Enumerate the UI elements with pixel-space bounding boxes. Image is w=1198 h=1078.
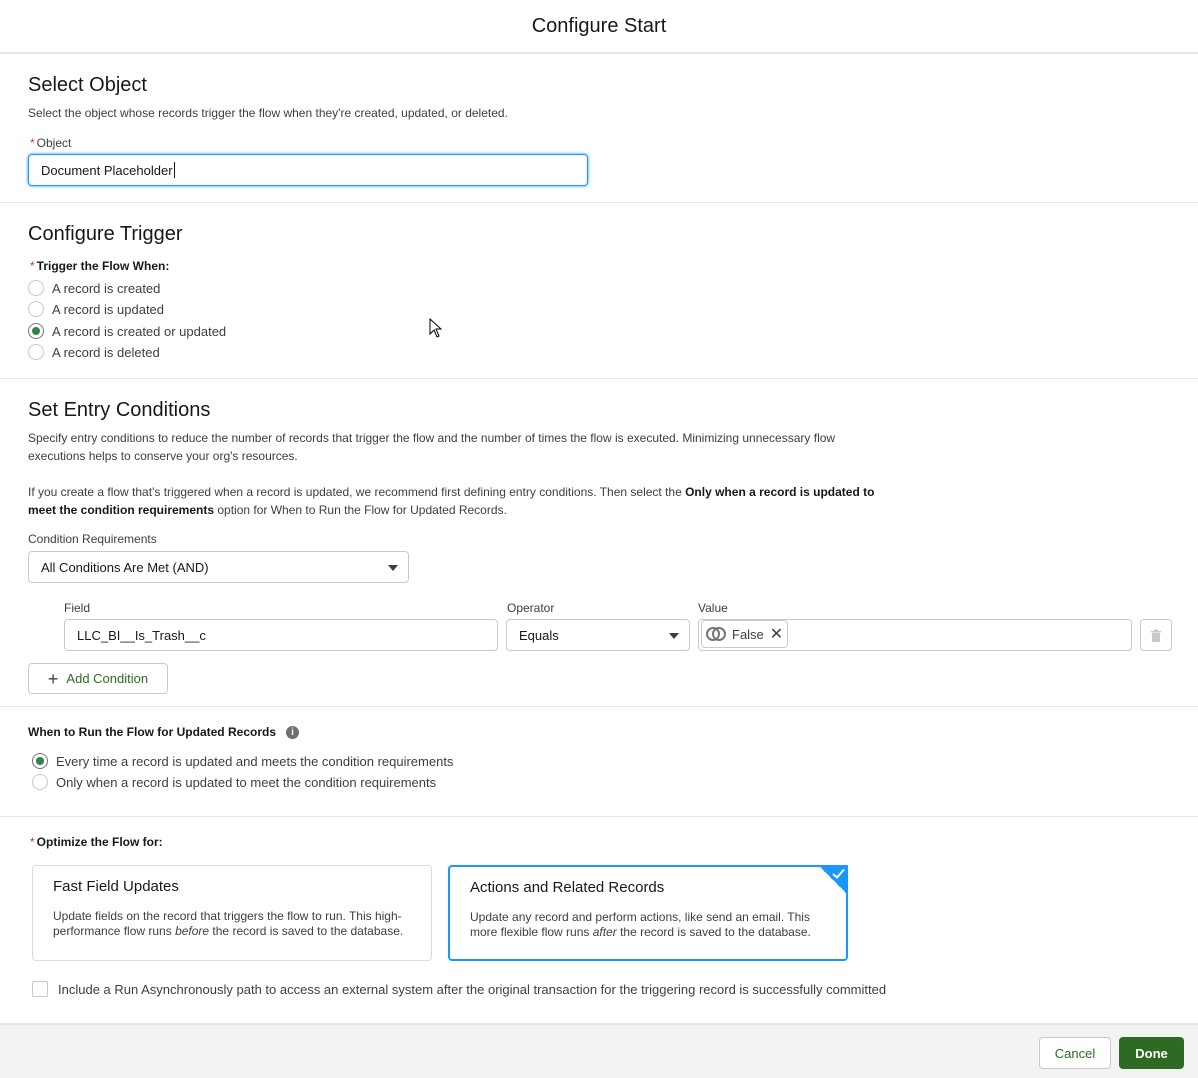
configure-trigger-section: Configure Trigger * Trigger the Flow When… xyxy=(0,203,1198,379)
when-to-run-section: When to Run the Flow for Updated Records… xyxy=(0,707,1198,817)
radio-button[interactable] xyxy=(28,344,44,360)
condition-requirements-label: Condition Requirements xyxy=(28,532,157,546)
operator-label: Operator xyxy=(507,601,555,615)
required-marker: * xyxy=(30,835,35,849)
modal-footer: Cancel Done xyxy=(0,1023,1198,1078)
card-desc-text: the record is saved to the database. xyxy=(616,925,811,939)
radio-button-checked[interactable] xyxy=(32,753,48,769)
run-async-checkbox[interactable] xyxy=(32,981,48,997)
radio-label: Every time a record is updated and meets… xyxy=(56,753,454,769)
select-object-section: Select Object Select the object whose re… xyxy=(0,56,1198,203)
value-pill[interactable]: False ✕ xyxy=(701,620,789,648)
info-icon[interactable]: i xyxy=(286,725,299,739)
when-to-run-label: When to Run the Flow for Updated Records… xyxy=(28,725,299,739)
radio-label: A record is updated xyxy=(52,301,165,317)
field-input[interactable]: LLC_BI__Is_Trash__c xyxy=(64,619,498,651)
object-label-text: Object xyxy=(36,136,72,150)
cancel-button[interactable]: Cancel xyxy=(1039,1037,1111,1069)
operator-select[interactable]: Equals xyxy=(506,619,690,651)
add-condition-label: Add Condition xyxy=(66,671,149,686)
trigger-option-deleted[interactable]: A record is deleted xyxy=(28,344,160,360)
modal-header: Configure Start xyxy=(0,0,1198,54)
radio-label: Only when a record is updated to meet th… xyxy=(56,774,437,790)
trigger-when-label: * Trigger the Flow When: xyxy=(30,259,169,273)
card-desc-text: the record is saved to the database. xyxy=(209,924,404,938)
add-condition-button[interactable]: + Add Condition xyxy=(28,663,168,694)
done-button[interactable]: Done xyxy=(1119,1037,1184,1069)
text-caret xyxy=(173,162,175,178)
field-value: LLC_BI__Is_Trash__c xyxy=(77,627,206,643)
trigger-option-updated[interactable]: A record is updated xyxy=(28,301,164,317)
trigger-when-label-text: Trigger the Flow When: xyxy=(36,259,170,273)
select-object-title: Select Object xyxy=(28,74,147,96)
field-label: Field xyxy=(64,601,91,615)
entry-conditions-section: Set Entry Conditions Specify entry condi… xyxy=(0,379,1198,707)
selected-corner xyxy=(818,865,848,895)
cancel-button-label: Cancel xyxy=(1054,1045,1096,1061)
radio-label: A record is created or updated xyxy=(52,323,227,339)
condition-requirements-select[interactable]: All Conditions Are Met (AND) xyxy=(28,551,409,583)
card-desc-emphasis: before xyxy=(175,924,210,938)
boolean-icon xyxy=(706,627,726,641)
required-marker: * xyxy=(30,259,35,273)
modal-title: Configure Start xyxy=(531,14,667,37)
delete-condition-button[interactable] xyxy=(1140,619,1172,651)
help-text: If you create a flow that's triggered wh… xyxy=(28,485,686,499)
actions-related-records-card[interactable]: Actions and Related Records Update any r… xyxy=(448,865,848,961)
object-input-value: Document Placeholder xyxy=(41,162,173,178)
card-desc-emphasis: after xyxy=(592,925,617,939)
run-async-checkbox-row[interactable]: Include a Run Asynchronously path to acc… xyxy=(32,981,886,997)
object-label: * Object xyxy=(30,136,71,150)
card-description: Update any record and perform actions, l… xyxy=(470,910,826,940)
entry-conditions-title: Set Entry Conditions xyxy=(28,399,211,421)
radio-button-checked[interactable] xyxy=(28,323,44,339)
radio-label: A record is created xyxy=(52,280,161,296)
select-object-help: Select the object whose records trigger … xyxy=(28,106,508,120)
radio-button[interactable] xyxy=(32,774,48,790)
when-to-run-label-text: When to Run the Flow for Updated Records xyxy=(28,725,276,739)
close-icon[interactable]: ✕ xyxy=(770,624,783,644)
done-button-label: Done xyxy=(1135,1045,1168,1061)
chevron-down-icon xyxy=(388,565,398,571)
radio-button[interactable] xyxy=(28,280,44,296)
required-marker: * xyxy=(30,136,35,150)
trigger-option-created[interactable]: A record is created xyxy=(28,280,160,296)
radio-label: A record is deleted xyxy=(52,344,160,360)
card-title: Actions and Related Records xyxy=(470,879,665,896)
fast-field-updates-card[interactable]: Fast Field Updates Update fields on the … xyxy=(32,865,432,961)
card-description: Update fields on the record that trigger… xyxy=(53,909,411,939)
radio-button[interactable] xyxy=(28,301,44,317)
checkbox-label: Include a Run Asynchronously path to acc… xyxy=(58,981,887,997)
entry-conditions-help: Specify entry conditions to reduce the n… xyxy=(28,431,836,463)
run-option-every-time[interactable]: Every time a record is updated and meets… xyxy=(32,753,453,769)
help-text: option for When to Run the Flow for Upda… xyxy=(214,503,507,517)
value-label: Value xyxy=(698,601,728,615)
select-value: Equals xyxy=(519,627,559,643)
select-value: All Conditions Are Met (AND) xyxy=(41,559,209,575)
card-title: Fast Field Updates xyxy=(53,878,179,895)
trash-icon xyxy=(1151,629,1161,642)
plus-icon: + xyxy=(47,668,59,689)
check-icon xyxy=(832,868,845,879)
run-option-only-when[interactable]: Only when a record is updated to meet th… xyxy=(32,774,436,790)
object-input[interactable]: Document Placeholder xyxy=(28,154,588,186)
value-pill-label: False xyxy=(732,626,764,642)
trigger-option-created-or-updated[interactable]: A record is created or updated xyxy=(28,323,226,339)
optimize-label: * Optimize the Flow for: xyxy=(30,835,163,849)
configure-trigger-title: Configure Trigger xyxy=(28,223,183,245)
entry-conditions-help-2: If you create a flow that's triggered wh… xyxy=(28,483,898,519)
mouse-cursor-icon xyxy=(429,318,443,338)
optimize-label-text: Optimize the Flow for: xyxy=(36,835,163,849)
chevron-down-icon xyxy=(669,633,679,639)
